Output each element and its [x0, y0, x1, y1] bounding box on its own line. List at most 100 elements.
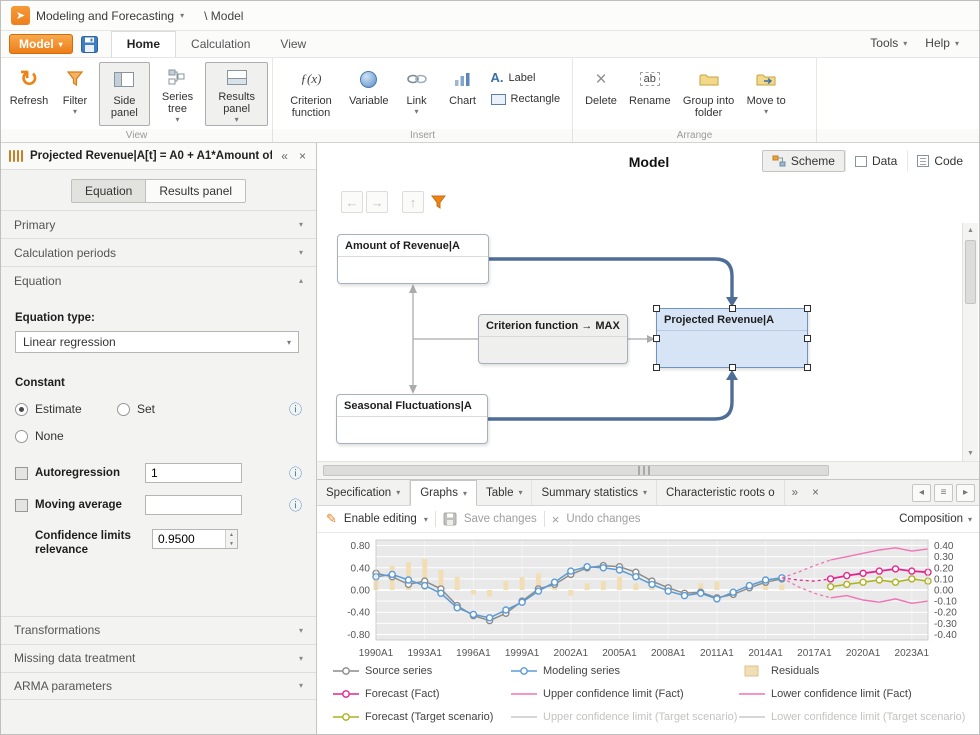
- selection-handle[interactable]: [804, 335, 811, 342]
- legend-upper-confidence-fact[interactable]: Upper confidence limit (Fact): [511, 688, 739, 700]
- collapse-panel-icon[interactable]: «: [279, 149, 290, 163]
- enable-editing-button[interactable]: Enable editing: [344, 513, 417, 525]
- node-seasonal-fluctuations[interactable]: Seasonal Fluctuations|A: [336, 394, 488, 444]
- legend-modeling-series[interactable]: Modeling series: [511, 665, 739, 677]
- save-changes-button[interactable]: Save changes: [464, 513, 537, 525]
- tab-equation[interactable]: Equation: [71, 179, 146, 203]
- legend-forecast-fact[interactable]: Forecast (Fact): [333, 688, 511, 700]
- results-panel-button[interactable]: Results panel ▾: [205, 62, 268, 126]
- series-tree-button[interactable]: Series tree ▾: [152, 62, 204, 126]
- node-criterion-function[interactable]: Criterion function → MAX: [478, 314, 628, 364]
- ribbon-tab-home[interactable]: Home: [111, 31, 176, 58]
- moving-average-input[interactable]: [145, 495, 242, 515]
- selection-handle[interactable]: [804, 305, 811, 312]
- ribbon-tab-view[interactable]: View: [265, 32, 321, 57]
- autoregression-checkbox[interactable]: [15, 467, 28, 480]
- autoregression-input[interactable]: [145, 463, 242, 483]
- ribbon-tab-calculation[interactable]: Calculation: [176, 32, 265, 57]
- close-tab-icon[interactable]: ×: [805, 480, 826, 505]
- section-primary[interactable]: Primary ▾: [1, 210, 316, 238]
- radio-set[interactable]: Set: [117, 402, 155, 416]
- section-equation[interactable]: Equation ▴: [1, 266, 316, 294]
- side-panel-button[interactable]: Side panel: [99, 62, 150, 126]
- radio-none[interactable]: None: [15, 429, 64, 443]
- tab-characteristic-roots[interactable]: Characteristic roots o: [657, 480, 785, 505]
- scrollbar-thumb[interactable]: [323, 465, 829, 476]
- criterion-function-button[interactable]: ƒ(x) Criterion function: [279, 62, 343, 126]
- save-button[interactable]: [79, 34, 101, 54]
- link-button[interactable]: Link ▾: [395, 62, 439, 126]
- tab-graphs[interactable]: Graphs ▾: [410, 480, 477, 506]
- results-chart[interactable]: 0.800.400.00-0.40-0.800.400.300.200.100.…: [320, 534, 976, 662]
- selection-handle[interactable]: [653, 305, 660, 312]
- tab-summary-statistics[interactable]: Summary statistics ▾: [532, 480, 657, 505]
- radio-estimate[interactable]: Estimate: [15, 402, 117, 416]
- prev-tab-icon[interactable]: ◂: [912, 484, 931, 502]
- label-button[interactable]: A. Label: [487, 69, 565, 86]
- rename-button[interactable]: ab Rename: [625, 62, 675, 126]
- selection-handle[interactable]: [653, 335, 660, 342]
- undo-changes-button[interactable]: Undo changes: [566, 513, 640, 525]
- tab-results-panel[interactable]: Results panel: [146, 179, 246, 203]
- selection-handle[interactable]: [729, 364, 736, 371]
- close-panel-icon[interactable]: ×: [297, 149, 308, 163]
- model-menu-button[interactable]: Model ▾: [9, 34, 73, 54]
- info-icon[interactable]: ⓘ: [289, 499, 302, 512]
- app-title-menu[interactable]: Modeling and Forecasting: [36, 9, 174, 23]
- moving-average-checkbox[interactable]: [15, 499, 28, 512]
- canvas-filter-button[interactable]: [427, 191, 449, 213]
- legend-source-series[interactable]: Source series: [333, 665, 511, 677]
- refresh-button[interactable]: ↻ Refresh: [7, 62, 51, 126]
- selection-handle[interactable]: [804, 364, 811, 371]
- legend-forecast-target[interactable]: Forecast (Target scenario): [333, 711, 511, 723]
- section-calculation-periods[interactable]: Calculation periods ▾: [1, 238, 316, 266]
- tab-menu-icon[interactable]: ≡: [934, 484, 953, 502]
- rectangle-button[interactable]: Rectangle: [487, 92, 565, 106]
- tools-menu[interactable]: Tools▾: [870, 36, 907, 50]
- move-to-button[interactable]: Move to ▾: [743, 62, 790, 126]
- group-into-folder-button[interactable]: Group into folder: [677, 62, 741, 126]
- chevron-down-icon[interactable]: ▾: [424, 515, 428, 524]
- spin-down-icon[interactable]: ▼: [226, 539, 237, 548]
- scrollbar-thumb[interactable]: [965, 240, 976, 304]
- section-arma-parameters[interactable]: ARMA parameters ▾: [1, 672, 316, 700]
- node-amount-of-revenue[interactable]: Amount of Revenue|A: [337, 234, 489, 284]
- section-missing-data[interactable]: Missing data treatment ▾: [1, 644, 316, 672]
- tab-specification[interactable]: Specification ▾: [317, 480, 410, 505]
- up-level-button[interactable]: ↑: [402, 191, 424, 213]
- tab-overflow-icon[interactable]: »: [785, 480, 805, 505]
- splitter-handle[interactable]: [638, 466, 650, 475]
- filter-button[interactable]: Filter ▾: [53, 62, 97, 126]
- legend-upper-confidence-target[interactable]: Upper confidence limit (Target scenario): [511, 711, 739, 723]
- section-transformations[interactable]: Transformations ▾: [1, 616, 316, 644]
- spin-up-icon[interactable]: ▲: [226, 530, 237, 539]
- canvas-horizontal-scrollbar[interactable]: [317, 461, 980, 479]
- delete-button[interactable]: × Delete: [579, 62, 623, 126]
- composition-menu[interactable]: Composition ▾: [899, 513, 972, 525]
- node-projected-revenue[interactable]: Projected Revenue|A: [656, 308, 808, 368]
- chart-button[interactable]: Chart: [441, 62, 485, 126]
- scroll-down-icon[interactable]: ▼: [963, 446, 978, 461]
- tab-table[interactable]: Table ▾: [477, 480, 533, 505]
- help-menu[interactable]: Help▾: [925, 36, 959, 50]
- node-title: Seasonal Fluctuations|A: [337, 395, 487, 417]
- model-canvas[interactable]: Amount of Revenue|A Criterion function →…: [317, 223, 964, 461]
- selection-handle[interactable]: [729, 305, 736, 312]
- legend-lower-confidence-fact[interactable]: Lower confidence limit (Fact): [739, 688, 973, 700]
- info-icon[interactable]: ⓘ: [289, 403, 302, 416]
- data-button[interactable]: Data: [845, 150, 907, 172]
- scheme-button[interactable]: Scheme: [762, 150, 845, 172]
- canvas-vertical-scrollbar[interactable]: ▲ ▼: [962, 223, 978, 461]
- selection-handle[interactable]: [653, 364, 660, 371]
- legend-lower-confidence-target[interactable]: Lower confidence limit (Target scenario): [739, 711, 973, 723]
- next-tab-icon[interactable]: ▸: [956, 484, 975, 502]
- info-icon[interactable]: ⓘ: [289, 467, 302, 480]
- chevron-down-icon[interactable]: ▾: [180, 11, 184, 20]
- code-button[interactable]: Code: [907, 150, 973, 172]
- equation-type-select[interactable]: Linear regression ▾: [15, 331, 299, 353]
- variable-button[interactable]: Variable: [345, 62, 393, 126]
- scroll-up-icon[interactable]: ▲: [963, 223, 978, 238]
- back-button[interactable]: ←: [341, 191, 363, 213]
- legend-residuals[interactable]: Residuals: [739, 665, 973, 677]
- forward-button[interactable]: →: [366, 191, 388, 213]
